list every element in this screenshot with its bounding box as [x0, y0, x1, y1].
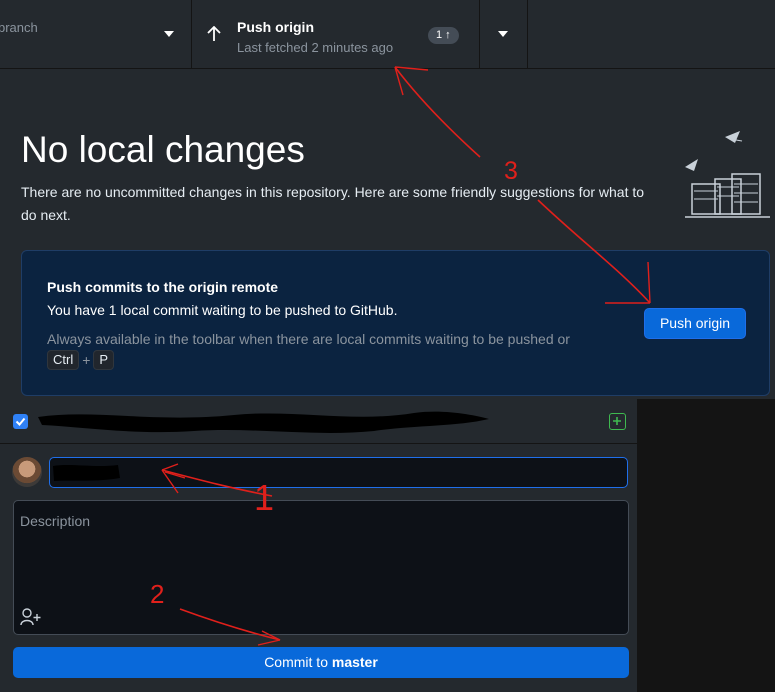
push-subtitle: Last fetched 2 minutes ago	[237, 40, 394, 55]
ahead-count-badge: 1 ↑	[428, 27, 459, 44]
branch-label: branch	[0, 20, 38, 35]
illustration-icon	[685, 131, 770, 218]
push-suggestion-card: Push commits to the origin remote You ha…	[21, 250, 770, 396]
caret-down-icon	[164, 31, 174, 37]
card-description: You have 1 local commit waiting to be pu…	[47, 302, 398, 318]
commit-button-branch: master	[331, 654, 378, 670]
redacted-scribble	[38, 411, 489, 433]
push-options-dropdown[interactable]	[480, 0, 528, 68]
caret-down-icon	[498, 31, 508, 37]
lead-text: There are no uncommitted changes in this…	[21, 184, 645, 223]
current-branch-button[interactable]: branch	[0, 0, 192, 68]
description-textarea[interactable]: Description	[13, 500, 629, 635]
arrow-up-icon	[207, 26, 221, 41]
card-hint: Always available in the toolbar when the…	[47, 331, 570, 347]
description-placeholder: Description	[20, 513, 91, 529]
kbd-ctrl: Ctrl	[47, 350, 80, 370]
no-changes-view: No local changes There are no uncommitte…	[0, 69, 775, 399]
avatar	[12, 457, 42, 487]
plus-square-icon[interactable]	[609, 413, 626, 430]
kbd-plus: +	[82, 352, 91, 368]
summary-input[interactable]	[49, 457, 628, 488]
commit-button-prefix: Commit to	[264, 654, 332, 670]
right-pane	[638, 399, 775, 692]
checkbox-icon[interactable]	[13, 414, 28, 429]
commit-sidebar: Description Commit to master	[0, 399, 638, 692]
push-title: Push origin	[237, 19, 314, 35]
changes-header	[0, 399, 637, 444]
toolbar: branch Push origin Last fetched 2 minute…	[0, 0, 775, 69]
coauthor-icon[interactable]	[20, 608, 42, 626]
page-title: No local changes	[21, 129, 305, 170]
keyboard-shortcut: Ctrl + P	[47, 350, 115, 370]
commit-button[interactable]: Commit to master	[13, 647, 629, 678]
redacted-scribble	[53, 465, 120, 481]
push-origin-card-button[interactable]: Push origin	[644, 308, 746, 339]
push-origin-button[interactable]: Push origin Last fetched 2 minutes ago 1…	[192, 0, 480, 68]
card-title: Push commits to the origin remote	[47, 279, 279, 295]
kbd-p: P	[93, 350, 115, 370]
